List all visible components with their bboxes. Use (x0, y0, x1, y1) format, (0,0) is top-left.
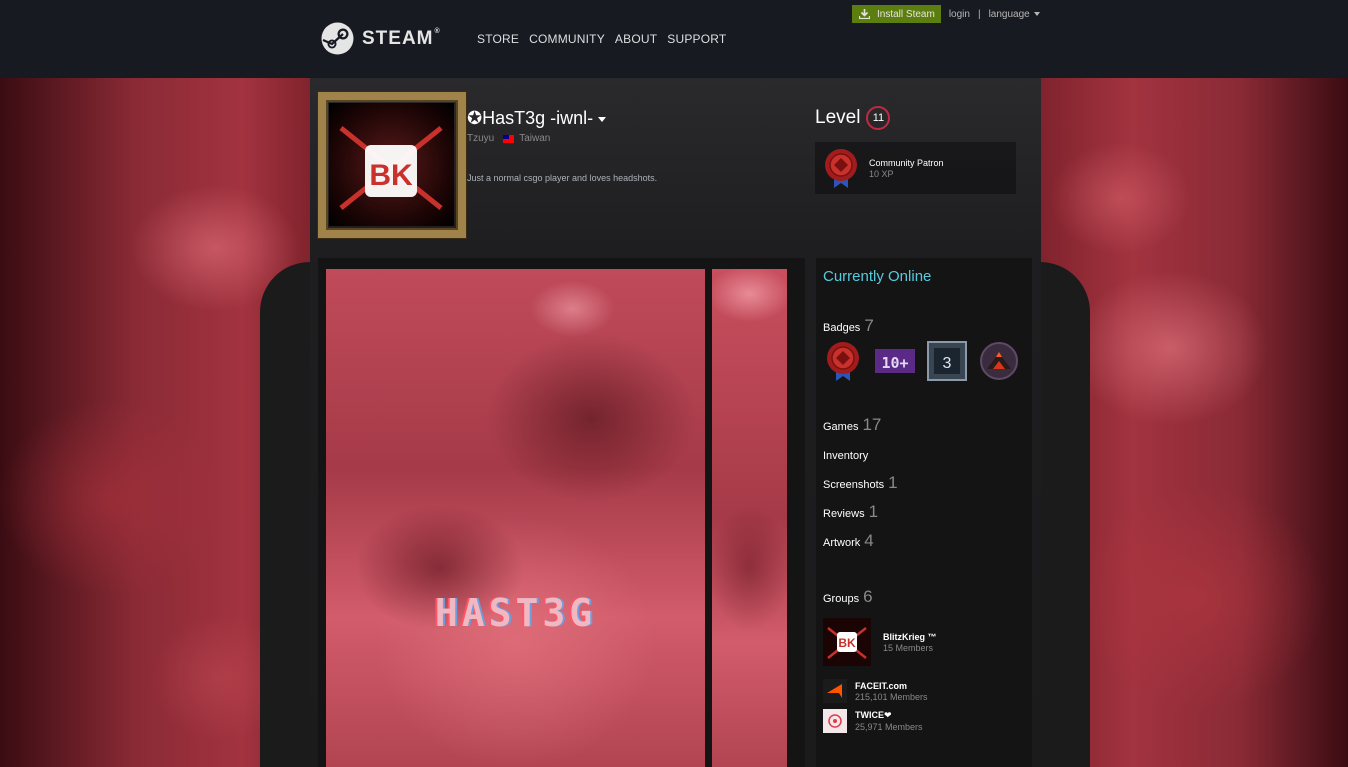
artwork-count: 4 (864, 531, 874, 550)
volcano-badge-icon[interactable] (979, 341, 1019, 381)
nav-community[interactable]: COMMUNITY (529, 32, 605, 46)
nav-support[interactable]: SUPPORT (667, 32, 726, 46)
login-link[interactable]: login (949, 9, 970, 20)
persona-name[interactable]: ✪HasT3g -iwnl- (467, 108, 607, 129)
games-label: Games (823, 421, 859, 433)
reviews-count: 1 (868, 502, 879, 521)
column-wing-left (260, 262, 312, 767)
profile-summary: Just a normal csgo player and loves head… (467, 173, 658, 183)
country-name: Taiwan (519, 133, 551, 144)
nav-about[interactable]: ABOUT (615, 32, 657, 46)
artwork-side[interactable] (712, 269, 787, 767)
steam-logo-icon (321, 22, 354, 55)
level-label: Level (815, 107, 861, 128)
screenshots-label: Screenshots (823, 479, 885, 491)
inventory-link[interactable]: Inventory (823, 450, 868, 462)
badges-link[interactable]: Badges 7 (823, 316, 874, 336)
screenshots-count: 1 (888, 473, 898, 492)
nav-store[interactable]: STORE (477, 32, 519, 46)
patron-badge-icon[interactable] (823, 341, 863, 381)
steam-logo[interactable]: STEAM® (321, 22, 441, 55)
group-members: 25,971 Members (855, 722, 923, 732)
favorite-badge-xp: 10 XP (869, 168, 894, 179)
profile-level[interactable]: Level 11 (815, 106, 891, 130)
artwork-link[interactable]: Artwork 4 (823, 531, 874, 551)
years-badge-text: 10+ (881, 354, 908, 372)
online-status: Currently Online (823, 268, 932, 285)
inventory-label: Inventory (823, 450, 869, 462)
badges-label: Badges (823, 322, 861, 334)
download-icon (859, 9, 870, 19)
main-nav: STORE COMMUNITY ABOUT SUPPORT (477, 32, 736, 46)
group-name: BlitzKrieg ™ (883, 631, 937, 642)
screenshots-link[interactable]: Screenshots 1 (823, 473, 898, 493)
groups-label: Groups (823, 593, 860, 605)
faceit-group-icon (823, 679, 847, 703)
artwork-main[interactable]: HAST3G (326, 269, 705, 767)
groups-count: 6 (863, 587, 873, 606)
action-separator: | (977, 8, 981, 20)
chevron-down-icon[interactable] (598, 116, 607, 122)
favorite-badge-info: Community Patron 10 XP (869, 158, 944, 179)
twice-group-icon (823, 709, 847, 733)
group-item-faceit[interactable]: FACEIT.com 215,101 Members (823, 679, 928, 703)
games-link[interactable]: Games 17 (823, 415, 881, 435)
group-name: FACEIT.com (855, 680, 908, 691)
patron-badge-icon (825, 149, 857, 188)
taiwan-flag-icon (503, 134, 515, 143)
group-avatar-text: BK (838, 636, 856, 650)
badges-count: 7 (864, 316, 874, 335)
level-3-badge-icon[interactable]: 3 (927, 341, 967, 381)
artwork-label: Artwork (823, 537, 861, 549)
global-actions: Install Steam login | language (852, 5, 1040, 23)
column-wing-right (1038, 262, 1090, 767)
badges-list: 10+ 3 (823, 341, 1019, 381)
global-header: STEAM® STORE COMMUNITY ABOUT SUPPORT Ins… (0, 0, 1348, 78)
group-members: 215,101 Members (855, 691, 928, 702)
reviews-link[interactable]: Reviews 1 (823, 502, 878, 522)
group-name: TWICE❤ (855, 710, 892, 720)
group-members: 15 Members (883, 642, 934, 653)
group-item-twice[interactable]: TWICE❤ 25,971 Members (823, 709, 923, 733)
language-label: language (988, 8, 1030, 20)
real-name: Tzuyu (467, 133, 495, 144)
profile-avatar[interactable]: BK (318, 92, 466, 238)
group-item-blitzkrieg[interactable]: BK BlitzKrieg ™ 15 Members (823, 618, 937, 666)
group-info: BlitzKrieg ™ 15 Members (883, 632, 937, 653)
install-steam-label: Install Steam (877, 8, 935, 20)
avatar-text: BK (369, 159, 413, 192)
steam-logo-text: STEAM® (362, 27, 441, 49)
chevron-down-icon (1033, 12, 1040, 16)
level-3-badge-text: 3 (943, 355, 952, 372)
group-info: TWICE❤ 25,971 Members (855, 710, 923, 732)
install-steam-button[interactable]: Install Steam (852, 5, 941, 23)
groups-link[interactable]: Groups 6 (823, 587, 873, 607)
favorite-badge[interactable]: Community Patron 10 XP (815, 142, 1016, 194)
real-name-row: Tzuyu Taiwan (467, 133, 550, 144)
avatar-image: BK (329, 103, 454, 226)
favorite-badge-name: Community Patron (869, 157, 944, 168)
reviews-label: Reviews (823, 508, 865, 520)
persona-name-text: ✪HasT3g -iwnl- (467, 108, 594, 128)
games-count: 17 (862, 415, 882, 434)
level-badge: 11 (866, 106, 891, 130)
language-dropdown[interactable]: language (989, 9, 1040, 20)
group-info: FACEIT.com 215,101 Members (855, 681, 928, 702)
blitzkrieg-group-icon: BK (823, 618, 871, 666)
years-of-service-badge-icon[interactable]: 10+ (875, 341, 915, 381)
avatar-art-icon: BK (339, 126, 443, 210)
artwork-title: HAST3G (434, 591, 597, 635)
